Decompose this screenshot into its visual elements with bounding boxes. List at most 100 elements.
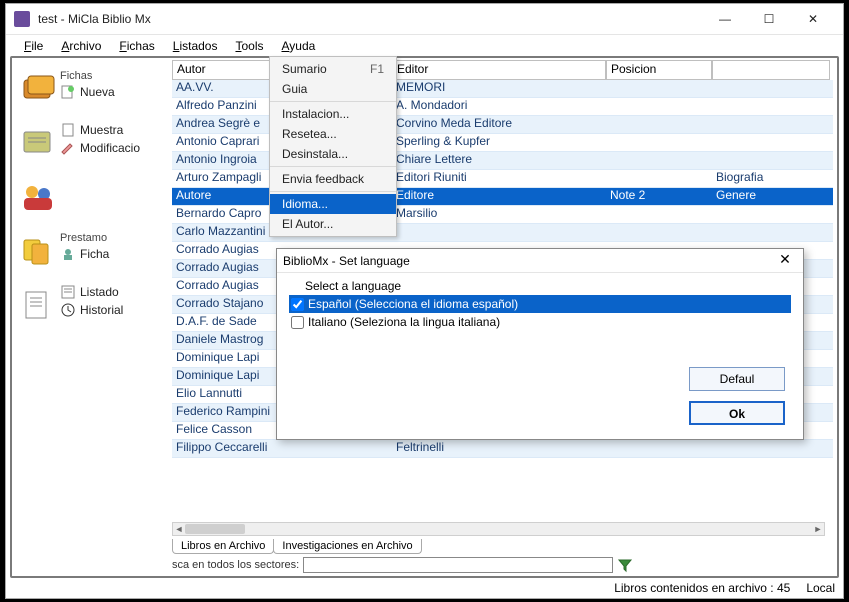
status-bar: Libros contenidos en archivo : 45 Local: [6, 578, 843, 598]
cell-pos: [606, 116, 712, 133]
cell-bio: [712, 80, 830, 97]
bottom-tabs: Libros en Archivo Investigaciones en Arc…: [172, 539, 421, 554]
menu-sumario[interactable]: Sumario F1: [270, 59, 396, 79]
search-input[interactable]: [303, 557, 613, 573]
muestra-label: Muestra: [80, 123, 123, 137]
new-icon: [60, 84, 76, 100]
cell-pos: [606, 170, 712, 187]
cell-bio: [712, 440, 830, 457]
cell-editor: Marsilio: [392, 206, 606, 223]
cell-bio: [712, 116, 830, 133]
historial-link[interactable]: Historial: [60, 302, 166, 318]
resetea-label: Resetea...: [282, 127, 337, 141]
cell-bio: [712, 224, 830, 241]
cell-pos: [606, 206, 712, 223]
modificacion-link[interactable]: Modificacio: [60, 140, 166, 156]
cell-bio: [712, 206, 830, 223]
search-label: sca en todos los sectores:: [172, 559, 299, 571]
search-bar: sca en todos los sectores:: [172, 556, 825, 574]
ficha-label: Ficha: [80, 247, 109, 261]
tab-investigaciones[interactable]: Investigaciones en Archivo: [273, 539, 421, 554]
menu-el-autor[interactable]: El Autor...: [270, 214, 396, 234]
col-posicion[interactable]: Posicion: [606, 60, 712, 80]
nueva-label: Nueva: [80, 85, 115, 99]
cell-editor: A. Mondadori: [392, 98, 606, 115]
dialog-close-button[interactable]: ✕: [773, 251, 797, 271]
modificacion-label: Modificacio: [80, 141, 140, 155]
listado-link[interactable]: Listado: [60, 284, 166, 300]
cell-editor: Feltrinelli: [392, 440, 606, 457]
left-panel: Fichas Nueva Muestra: [16, 66, 166, 336]
muestra-link[interactable]: Muestra: [60, 122, 166, 138]
menu-resetea[interactable]: Resetea...: [270, 124, 396, 144]
titlebar[interactable]: test - MiCla Biblio Mx — ☐ ✕: [6, 4, 843, 34]
tab-libros[interactable]: Libros en Archivo: [172, 539, 274, 554]
menu-envia-feedback[interactable]: Envia feedback: [270, 169, 396, 189]
guia-label: Guia: [282, 82, 307, 96]
cell-editor: Corvino Meda Editore: [392, 116, 606, 133]
menu-listados[interactable]: Listados: [165, 37, 226, 55]
nueva-link[interactable]: Nueva: [60, 84, 166, 100]
card-icon: [60, 246, 76, 262]
col-editor[interactable]: Editor: [392, 60, 606, 80]
status-mode: Local: [806, 581, 835, 595]
lang-option-espanol[interactable]: Español (Selecciona el idioma español): [289, 295, 791, 313]
ok-button[interactable]: Ok: [689, 401, 785, 425]
language-list: Español (Selecciona el idioma español) I…: [289, 295, 791, 331]
lang-italiano-checkbox[interactable]: [291, 316, 304, 329]
lang-italiano-label: Italiano (Seleziona la lingua italiana): [308, 315, 500, 329]
scroll-right-icon[interactable]: ►: [812, 523, 824, 535]
idioma-label: Idioma...: [282, 197, 328, 211]
cell-bio: [712, 98, 830, 115]
ficha-link[interactable]: Ficha: [60, 246, 166, 262]
scroll-left-icon[interactable]: ◄: [173, 523, 185, 535]
menu-desinstala[interactable]: Desinstala...: [270, 144, 396, 164]
horizontal-scrollbar[interactable]: ◄ ►: [172, 522, 825, 536]
desinstala-label: Desinstala...: [282, 147, 348, 161]
menu-instalacion[interactable]: Instalacion...: [270, 104, 396, 124]
maximize-button[interactable]: ☐: [747, 5, 791, 33]
menubar: File Archivo Fichas Listados Tools Ayuda: [6, 34, 843, 56]
prestamo-group-icon: [18, 232, 58, 272]
scroll-thumb[interactable]: [185, 524, 245, 534]
app-icon: [14, 11, 30, 27]
language-dialog: BiblioMx - Set language ✕ Select a langu…: [276, 248, 804, 440]
cell-pos: [606, 224, 712, 241]
table-row[interactable]: Filippo CeccarelliFeltrinelli: [172, 440, 833, 458]
menu-archivo[interactable]: Archivo: [53, 37, 109, 55]
cell-bio: Genere: [712, 188, 830, 205]
dialog-titlebar[interactable]: BiblioMx - Set language ✕: [277, 249, 803, 273]
menu-tools[interactable]: Tools: [227, 37, 271, 55]
default-button[interactable]: Defaul: [689, 367, 785, 391]
lang-espanol-checkbox[interactable]: [291, 298, 304, 311]
cell-editor: Editori Riuniti: [392, 170, 606, 187]
lang-espanol-label: Español (Selecciona el idioma español): [308, 297, 518, 311]
historial-label: Historial: [80, 303, 123, 317]
cell-pos: [606, 80, 712, 97]
fichas-group-icon: [18, 70, 58, 110]
cell-editor: MEMORI: [392, 80, 606, 97]
close-button[interactable]: ✕: [791, 5, 835, 33]
lang-option-italiano[interactable]: Italiano (Seleziona la lingua italiana): [289, 313, 791, 331]
minimize-button[interactable]: —: [703, 5, 747, 33]
dialog-title: BiblioMx - Set language: [283, 254, 773, 268]
menu-ayuda[interactable]: Ayuda: [273, 37, 323, 55]
envia-label: Envia feedback: [282, 172, 364, 186]
elautor-label: El Autor...: [282, 217, 333, 231]
edit-icon: [60, 140, 76, 156]
app-window: test - MiCla Biblio Mx — ☐ ✕ File Archiv…: [5, 3, 844, 599]
menu-idioma[interactable]: Idioma...: [270, 194, 396, 214]
menu-guia[interactable]: Guia: [270, 79, 396, 99]
status-count: Libros contenidos en archivo : 45: [614, 581, 790, 595]
sumario-label: Sumario: [282, 62, 327, 76]
listado-label: Listado: [80, 285, 119, 299]
cell-pos: [606, 134, 712, 151]
col-bio[interactable]: [712, 60, 830, 80]
instalacion-label: Instalacion...: [282, 107, 349, 121]
list-icon: [60, 284, 76, 300]
menu-fichas[interactable]: Fichas: [111, 37, 162, 55]
window-title: test - MiCla Biblio Mx: [38, 12, 151, 26]
menu-file[interactable]: File: [16, 37, 51, 55]
sumario-shortcut: F1: [370, 62, 384, 76]
filter-icon[interactable]: [617, 557, 633, 573]
